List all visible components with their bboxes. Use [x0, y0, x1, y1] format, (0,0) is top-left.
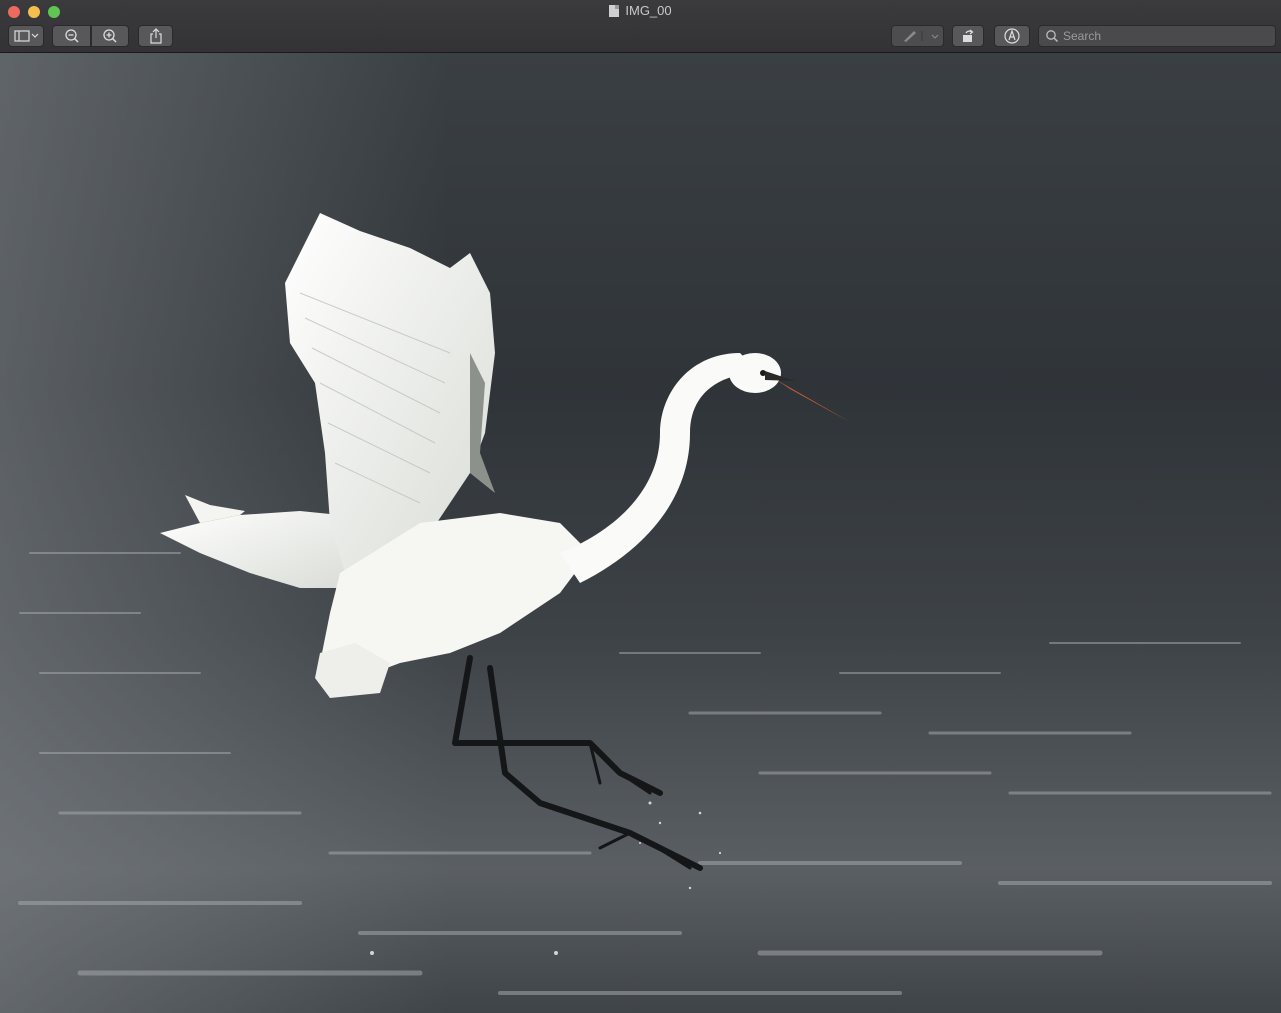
rotate-icon	[963, 29, 974, 42]
share-icon	[149, 28, 162, 44]
window-title-text: IMG_00	[625, 3, 672, 18]
zoom-in-button[interactable]	[91, 25, 129, 47]
zoom-out-icon	[64, 29, 79, 43]
egret-photo	[0, 53, 1281, 1013]
annotate-button[interactable]	[994, 25, 1030, 47]
pen-icon	[903, 31, 938, 42]
rotate-button[interactable]	[952, 25, 984, 47]
zoom-in-icon	[103, 29, 117, 43]
window-title: IMG_00	[0, 3, 1281, 18]
preview-window: IMG_00	[0, 0, 1281, 1013]
markup-icon	[1004, 28, 1020, 44]
markup-pen-button[interactable]	[891, 25, 944, 47]
sidebar-icon	[14, 30, 39, 42]
search-field[interactable]	[1038, 25, 1276, 47]
zoom-out-button[interactable]	[52, 25, 91, 47]
search-icon	[1046, 30, 1059, 43]
document-icon	[609, 5, 620, 17]
search-input[interactable]	[1063, 29, 1263, 43]
sidebar-button[interactable]	[8, 25, 44, 47]
titlebar: IMG_00	[0, 0, 1281, 53]
share-button[interactable]	[138, 25, 173, 47]
